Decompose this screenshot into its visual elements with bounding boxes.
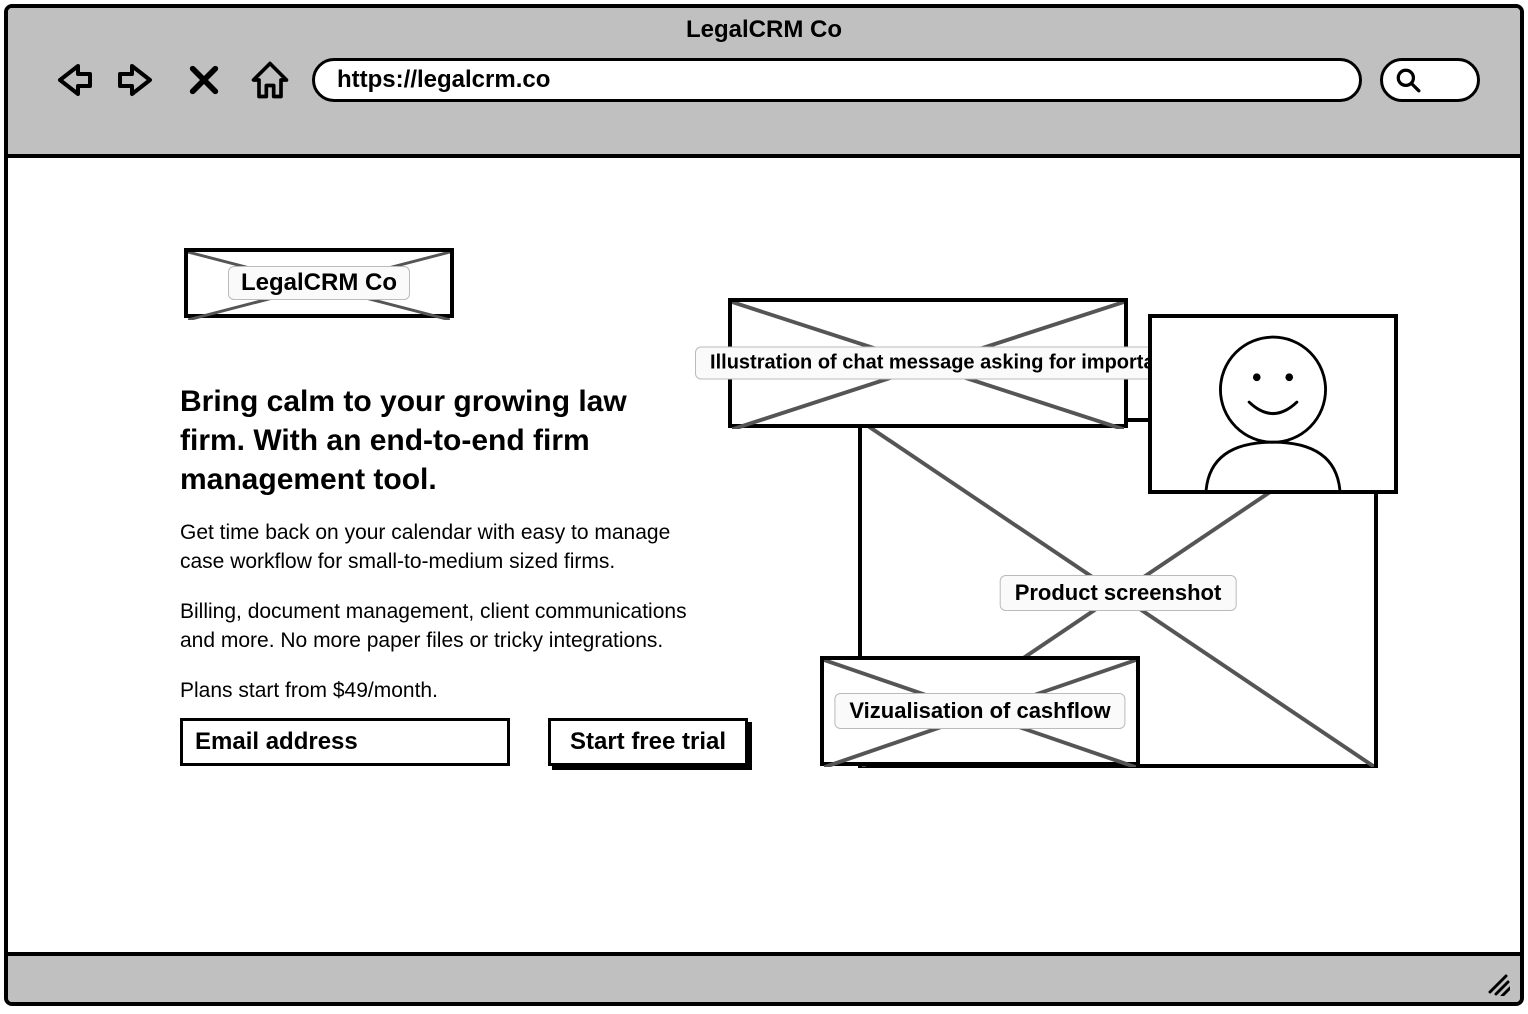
avatar-illustration — [1148, 314, 1398, 494]
back-arrow-icon[interactable] — [48, 56, 96, 104]
product-screenshot-label: Product screenshot — [1000, 575, 1237, 611]
logo-label: LegalCRM Co — [228, 266, 410, 300]
browser-chrome: LegalCRM Co https://legalcrm.co — [8, 8, 1520, 158]
hero-body: Get time back on your calendar with easy… — [180, 518, 690, 725]
search-icon — [1395, 67, 1421, 93]
browser-toolbar: https://legalcrm.co — [8, 44, 1520, 104]
hero-headline: Bring calm to your growing law firm. Wit… — [180, 382, 670, 499]
hero-para-1: Get time back on your calendar with easy… — [180, 518, 690, 577]
email-field[interactable]: Email address — [180, 718, 510, 766]
resize-grip-icon[interactable] — [1486, 972, 1510, 996]
hero-para-3: Plans start from $49/month. — [180, 676, 690, 705]
search-button[interactable] — [1380, 58, 1480, 102]
chat-illustration-placeholder: Illustration of chat message asking for … — [728, 298, 1128, 428]
company-logo-placeholder: LegalCRM Co — [184, 248, 454, 318]
stop-icon[interactable] — [180, 56, 228, 104]
email-placeholder-text: Email address — [195, 728, 358, 756]
page-content: LegalCRM Co Bring calm to your growing l… — [8, 158, 1520, 952]
hero-para-2: Billing, document management, client com… — [180, 597, 690, 656]
page-title: LegalCRM Co — [8, 8, 1520, 44]
url-text: https://legalcrm.co — [337, 66, 550, 94]
cta-label: Start free trial — [570, 728, 726, 756]
home-icon[interactable] — [246, 56, 294, 104]
url-bar[interactable]: https://legalcrm.co — [312, 58, 1362, 102]
cashflow-illustration-label: Vizualisation of cashflow — [834, 693, 1125, 729]
browser-footer — [8, 952, 1520, 1002]
forward-arrow-icon[interactable] — [114, 56, 162, 104]
start-free-trial-button[interactable]: Start free trial — [548, 718, 748, 766]
browser-window: LegalCRM Co https://legalcrm.co — [4, 4, 1524, 1006]
cashflow-illustration-placeholder: Vizualisation of cashflow — [820, 656, 1140, 766]
